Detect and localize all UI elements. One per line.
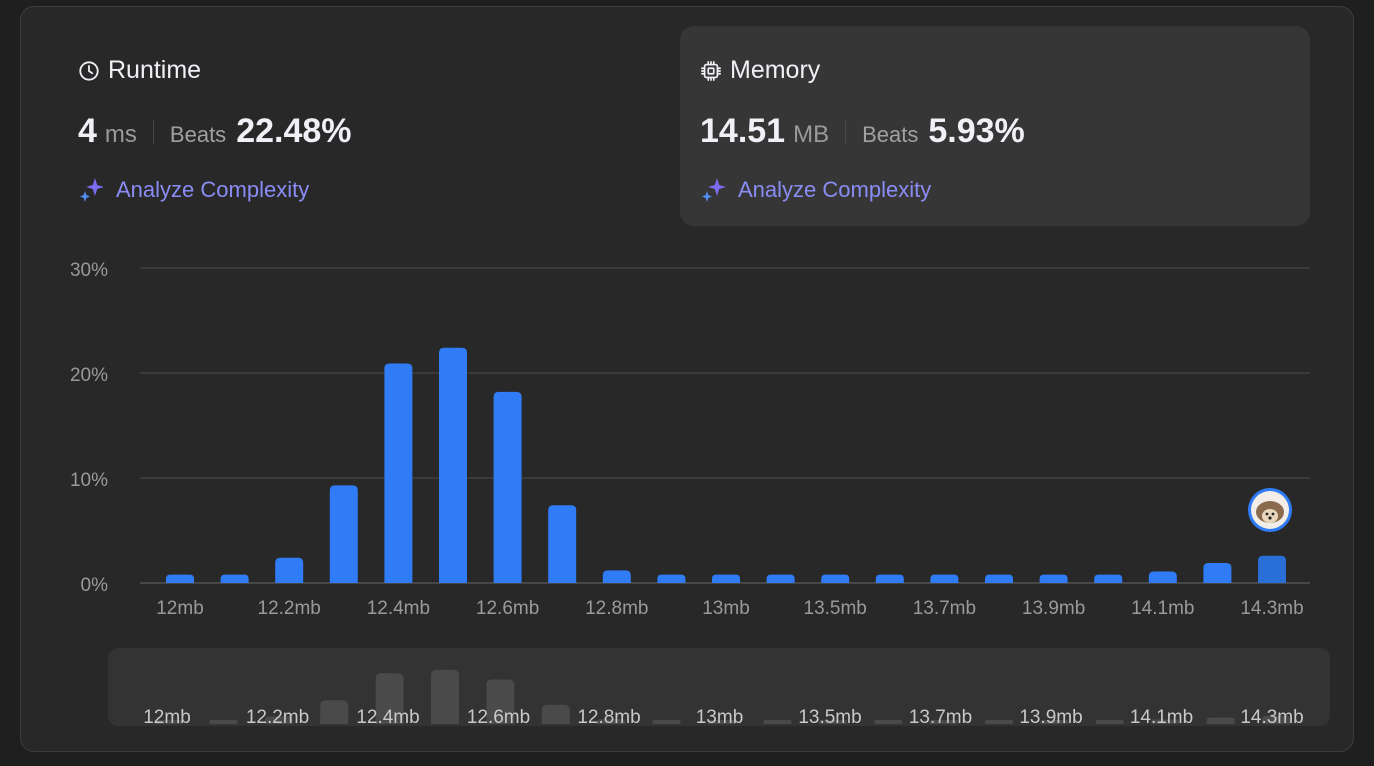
x-tick-label: 14.1mb — [1131, 598, 1194, 619]
bar[interactable] — [384, 363, 413, 583]
bar[interactable] — [1039, 574, 1068, 583]
bar[interactable] — [1203, 563, 1232, 583]
bar[interactable] — [329, 485, 358, 583]
x-tick-label: 13mb — [702, 598, 750, 619]
bar[interactable] — [821, 574, 850, 583]
minimap-tick-label: 12.8mb — [577, 707, 640, 728]
minimap-tick-label: 12mb — [143, 707, 191, 728]
bar[interactable] — [548, 505, 577, 583]
minimap-tick-label: 12.2mb — [246, 707, 309, 728]
x-tick-label: 12mb — [156, 598, 204, 619]
bar[interactable] — [602, 570, 631, 583]
bar[interactable] — [1148, 571, 1177, 583]
bar[interactable] — [985, 574, 1013, 583]
minimap-bar — [652, 720, 681, 724]
bar[interactable] — [657, 574, 686, 583]
bar[interactable] — [439, 347, 467, 583]
x-tick-label: 13.9mb — [1022, 598, 1085, 619]
minimap-bar — [1095, 720, 1124, 724]
y-tick-label: 30% — [70, 260, 108, 281]
minimap-bar — [541, 704, 570, 724]
hedgehog-eye — [1271, 512, 1275, 516]
minimap-bar — [874, 720, 903, 724]
minimap-bar — [320, 700, 349, 724]
hedgehog-face — [1262, 509, 1278, 523]
minimap-bar — [985, 720, 1013, 724]
x-tick-label: 12.4mb — [367, 598, 430, 619]
x-tick-label: 13.7mb — [913, 598, 976, 619]
bar[interactable] — [220, 574, 249, 583]
x-tick-label: 13.5mb — [804, 598, 867, 619]
minimap-bar — [1206, 717, 1235, 724]
bar[interactable] — [1258, 555, 1286, 583]
minimap-tick-label: 12.4mb — [356, 707, 419, 728]
minimap-tick-label: 14.3mb — [1240, 707, 1303, 728]
bar[interactable] — [930, 574, 959, 583]
minimap-tick-label: 12.6mb — [467, 707, 530, 728]
y-tick-label: 10% — [70, 470, 108, 491]
minimap-tick-label: 14.1mb — [1130, 707, 1193, 728]
hedgehog-nose — [1268, 516, 1272, 520]
minimap-tick-label: 13.5mb — [798, 707, 861, 728]
minimap-tick-label: 13.9mb — [1019, 707, 1082, 728]
bar[interactable] — [766, 574, 795, 583]
x-tick-label: 14.3mb — [1240, 598, 1303, 619]
minimap-bar — [763, 720, 792, 724]
bar[interactable] — [875, 574, 904, 583]
bar[interactable] — [493, 391, 522, 583]
x-tick-label: 12.8mb — [585, 598, 648, 619]
x-tick-label: 12.2mb — [258, 598, 321, 619]
minimap-bar — [431, 669, 459, 724]
y-tick-label: 0% — [81, 575, 109, 596]
y-tick-label: 20% — [70, 365, 108, 386]
bar[interactable] — [712, 574, 740, 583]
memory-distribution-chart[interactable]: 30% 20% 10% 0% 12mb 12.2mb 12.4mb 12.6mb 12.8mb 1… — [0, 0, 1374, 766]
minimap-tick-label: 13.7mb — [909, 707, 972, 728]
bar[interactable] — [166, 574, 194, 583]
bar[interactable] — [1094, 574, 1123, 583]
minimap-bar — [209, 720, 238, 724]
minimap-tick-label: 13mb — [696, 707, 744, 728]
x-tick-label: 12.6mb — [476, 598, 539, 619]
hedgehog-eye — [1265, 512, 1269, 516]
bar[interactable] — [275, 557, 304, 583]
